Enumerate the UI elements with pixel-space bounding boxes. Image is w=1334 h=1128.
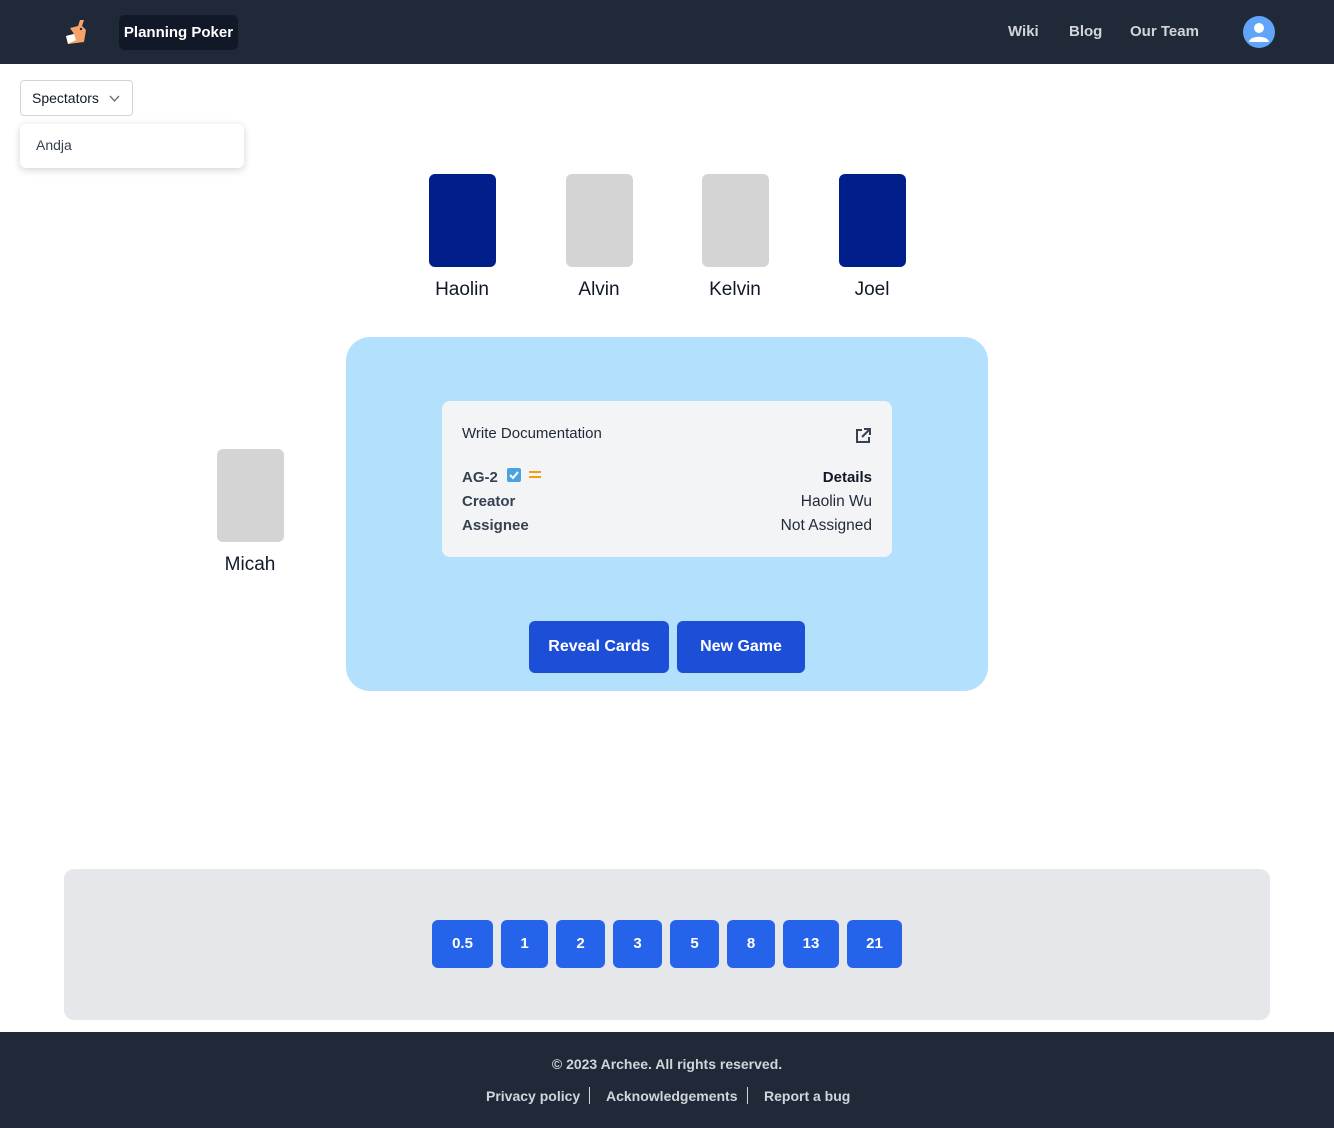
player-seat: Micah: [210, 449, 290, 577]
player-name: Haolin: [435, 279, 489, 300]
player-name: Micah: [224, 554, 276, 575]
deck-card-1[interactable]: 1: [501, 920, 548, 968]
acknowledgements-link[interactable]: Acknowledgements: [606, 1088, 737, 1104]
footer-divider: [589, 1087, 590, 1104]
player-seat: Joel: [832, 174, 912, 302]
creator-label: Creator: [462, 493, 516, 510]
task-checkbox-icon: [507, 468, 521, 482]
top-navbar: Planning Poker Wiki Blog Our Team: [0, 0, 1334, 64]
spectators-menu: Andja: [20, 124, 244, 168]
report-bug-link[interactable]: Report a bug: [764, 1088, 850, 1104]
nav-our-team[interactable]: Our Team: [1130, 22, 1199, 42]
player-name: Joel: [854, 279, 890, 300]
card-deck: 0.5 1 2 3 5 8 13 21: [64, 869, 1270, 1020]
player-card: [565, 174, 633, 267]
deck-card-5[interactable]: 5: [670, 920, 719, 968]
assignee-label: Assignee: [462, 517, 529, 534]
player-card: [838, 174, 906, 267]
assignee-value: Not Assigned: [780, 517, 872, 534]
footer: © 2023 Archee. All rights reserved. Priv…: [0, 1032, 1334, 1128]
player-seat: Alvin: [559, 174, 639, 302]
player-card: [428, 174, 496, 267]
chevron-down-icon: [109, 95, 120, 103]
footer-divider: [747, 1087, 748, 1104]
spectators-label: Spectators: [32, 90, 99, 106]
issue-card: Write Documentation AG-2 Details Creator…: [442, 401, 892, 557]
copyright-text: © 2023 Archee. All rights reserved.: [551, 1056, 783, 1072]
player-card: [701, 174, 769, 267]
medium-priority-icon: [529, 471, 541, 478]
deck-card-3[interactable]: 3: [613, 920, 662, 968]
player-seat: Haolin: [422, 174, 502, 302]
nav-wiki[interactable]: Wiki: [1008, 22, 1039, 42]
creator-value: Haolin Wu: [800, 493, 872, 510]
poker-table: Write Documentation AG-2 Details Creator…: [346, 337, 988, 691]
deck-card-13[interactable]: 13: [783, 920, 839, 968]
deck-card-21[interactable]: 21: [847, 920, 902, 968]
player-name: Kelvin: [709, 279, 761, 300]
nav-blog[interactable]: Blog: [1069, 22, 1102, 42]
spectator-item: Andja: [36, 137, 72, 153]
reveal-cards-button[interactable]: Reveal Cards: [529, 621, 669, 673]
new-game-button[interactable]: New Game: [677, 621, 805, 673]
external-link-icon[interactable]: [854, 427, 872, 445]
player-card: [216, 449, 284, 542]
fox-logo-icon[interactable]: [62, 18, 88, 46]
user-avatar-icon[interactable]: [1243, 16, 1275, 48]
issue-title: Write Documentation: [462, 425, 602, 442]
planning-poker-button[interactable]: Planning Poker: [119, 15, 238, 50]
player-name: Alvin: [578, 279, 620, 300]
deck-card-8[interactable]: 8: [727, 920, 775, 968]
issue-key[interactable]: AG-2: [462, 469, 498, 486]
deck-card-0-5[interactable]: 0.5: [432, 920, 493, 968]
player-seat: Kelvin: [695, 174, 775, 302]
spectators-dropdown[interactable]: Spectators: [20, 80, 133, 116]
details-link[interactable]: Details: [823, 469, 872, 486]
deck-card-2[interactable]: 2: [556, 920, 605, 968]
privacy-policy-link[interactable]: Privacy policy: [486, 1088, 580, 1104]
